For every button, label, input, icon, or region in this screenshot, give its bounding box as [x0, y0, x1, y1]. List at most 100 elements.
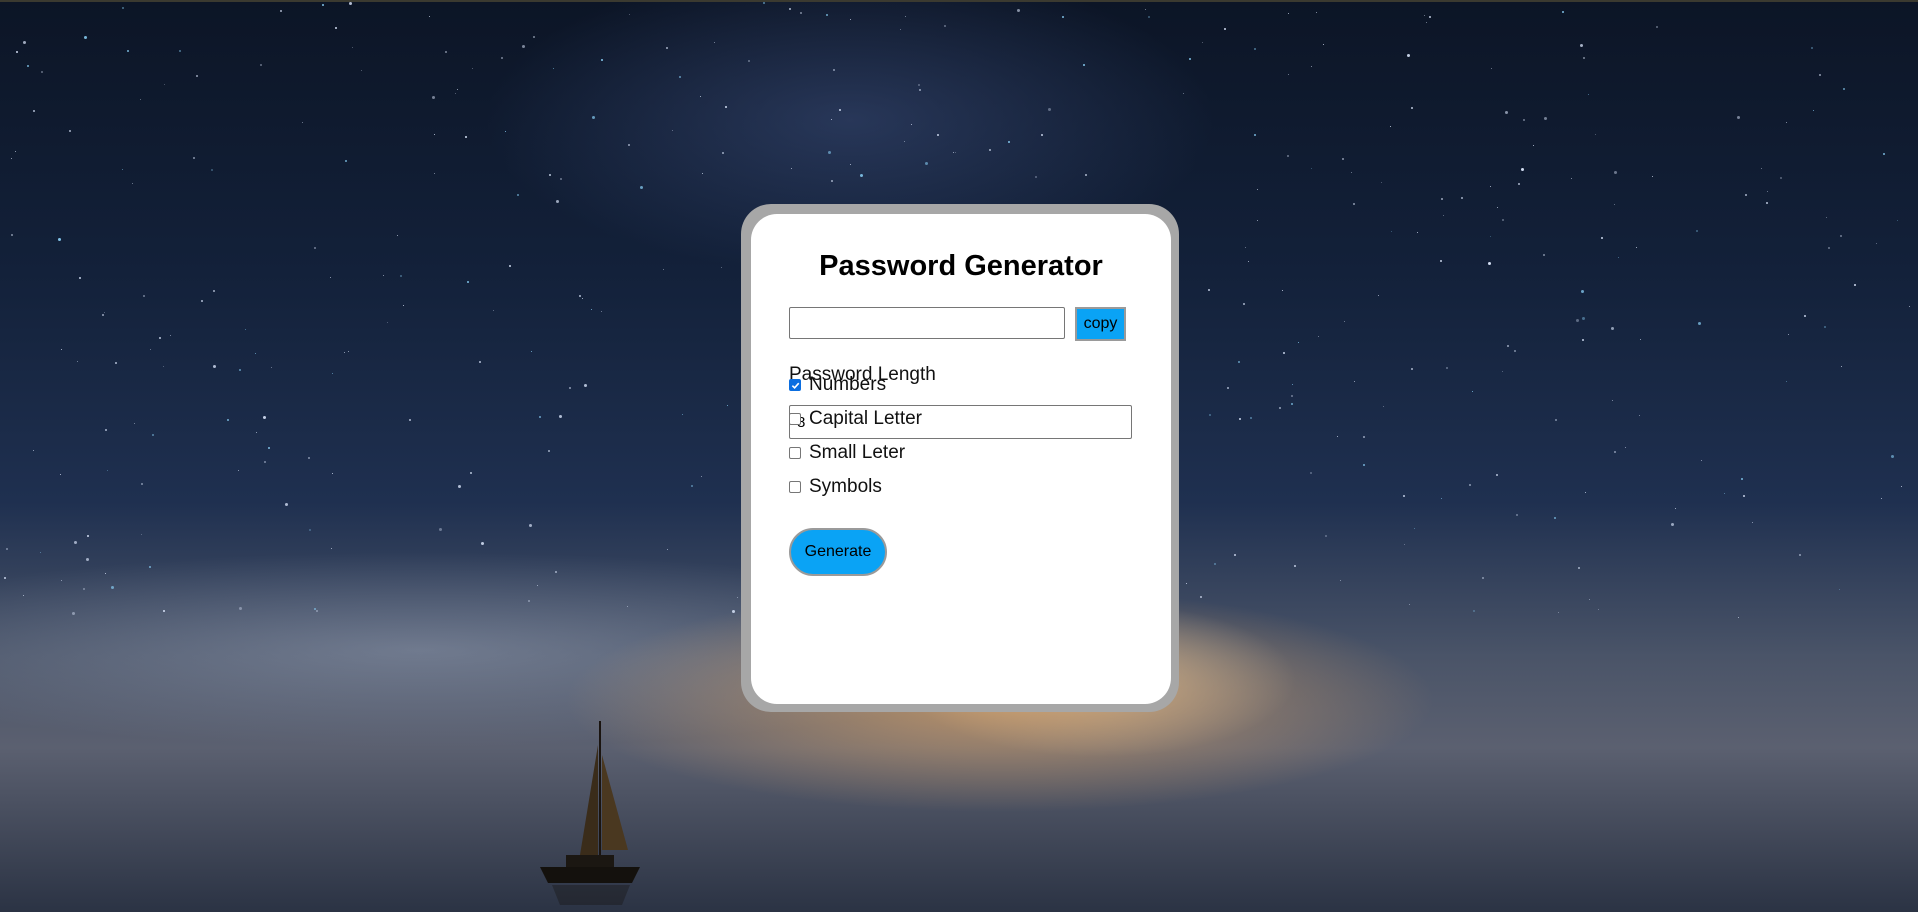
star — [936, 133, 939, 136]
star — [27, 64, 30, 67]
star — [245, 328, 247, 330]
star — [1613, 204, 1615, 206]
star — [192, 156, 195, 159]
star — [1900, 485, 1902, 487]
star — [1853, 284, 1856, 287]
star — [1489, 185, 1491, 187]
capital-letter-checkbox[interactable] — [789, 413, 801, 425]
password-generator-card: Password Generator copy Password Length … — [751, 214, 1171, 704]
star — [628, 13, 630, 15]
star — [1810, 46, 1813, 49]
star — [547, 449, 550, 452]
star — [628, 143, 631, 146]
star — [1413, 527, 1415, 529]
star — [1501, 219, 1504, 222]
star — [672, 129, 674, 131]
star — [1017, 8, 1021, 12]
star — [39, 552, 41, 554]
star — [1287, 12, 1289, 14]
star — [23, 40, 27, 44]
star — [1213, 563, 1216, 566]
star — [397, 235, 398, 237]
star — [1610, 326, 1614, 330]
star — [988, 148, 991, 151]
star — [1723, 493, 1725, 495]
star — [830, 119, 832, 121]
star — [212, 289, 215, 292]
star — [1635, 246, 1637, 248]
star — [1188, 58, 1191, 60]
star — [663, 268, 664, 270]
star — [1253, 47, 1256, 50]
star — [262, 415, 266, 419]
option-symbols[interactable]: Symbols — [789, 476, 882, 498]
option-capital-letter[interactable]: Capital Letter — [789, 408, 922, 430]
star — [433, 133, 435, 135]
generated-password-field[interactable] — [789, 307, 1065, 339]
star — [500, 56, 503, 59]
star — [1576, 318, 1580, 322]
star — [23, 594, 24, 596]
small-letter-checkbox[interactable] — [789, 447, 801, 459]
star — [1561, 10, 1564, 13]
star — [1804, 314, 1807, 317]
star — [307, 457, 310, 460]
star — [1825, 216, 1827, 218]
star — [554, 570, 557, 573]
star — [828, 150, 832, 154]
star — [1639, 338, 1641, 340]
star — [568, 386, 571, 389]
star — [329, 276, 331, 278]
star — [839, 108, 842, 111]
option-small-letter[interactable]: Small Leter — [789, 442, 905, 464]
star — [200, 300, 203, 303]
star — [1577, 566, 1580, 569]
star — [445, 50, 448, 53]
star — [1819, 73, 1822, 76]
star — [1613, 170, 1617, 174]
symbols-checkbox[interactable] — [789, 481, 801, 493]
star — [1144, 8, 1146, 10]
star — [1543, 117, 1547, 121]
star — [1293, 564, 1296, 567]
star — [148, 565, 151, 568]
star — [549, 173, 552, 176]
star — [1522, 119, 1525, 122]
star — [528, 599, 531, 602]
star — [1812, 110, 1814, 112]
star — [1362, 435, 1365, 438]
star — [456, 88, 458, 90]
symbols-label: Symbols — [809, 476, 882, 497]
star — [1341, 157, 1344, 160]
star — [1827, 246, 1830, 249]
star — [1323, 43, 1325, 45]
star — [1839, 234, 1842, 237]
copy-button[interactable]: copy — [1075, 307, 1126, 341]
numbers-checkbox[interactable] — [789, 379, 801, 391]
star — [480, 542, 484, 546]
star — [263, 460, 266, 463]
star — [163, 84, 165, 86]
star — [1468, 484, 1471, 487]
generate-button[interactable]: Generate — [789, 528, 887, 576]
star — [1697, 321, 1701, 325]
star — [1490, 67, 1492, 69]
star — [1256, 188, 1258, 190]
star — [1489, 235, 1491, 237]
star — [86, 557, 89, 561]
star — [110, 586, 114, 590]
star — [149, 348, 151, 350]
star — [558, 414, 562, 418]
star — [1613, 450, 1616, 453]
star — [1761, 167, 1763, 169]
star — [259, 63, 262, 66]
star — [267, 446, 270, 449]
star — [142, 294, 145, 297]
star — [1737, 616, 1739, 618]
star — [521, 45, 525, 49]
star — [386, 321, 388, 323]
option-numbers[interactable]: Numbers — [789, 374, 886, 396]
star — [1617, 256, 1619, 258]
star — [559, 177, 562, 180]
star — [1553, 517, 1556, 520]
